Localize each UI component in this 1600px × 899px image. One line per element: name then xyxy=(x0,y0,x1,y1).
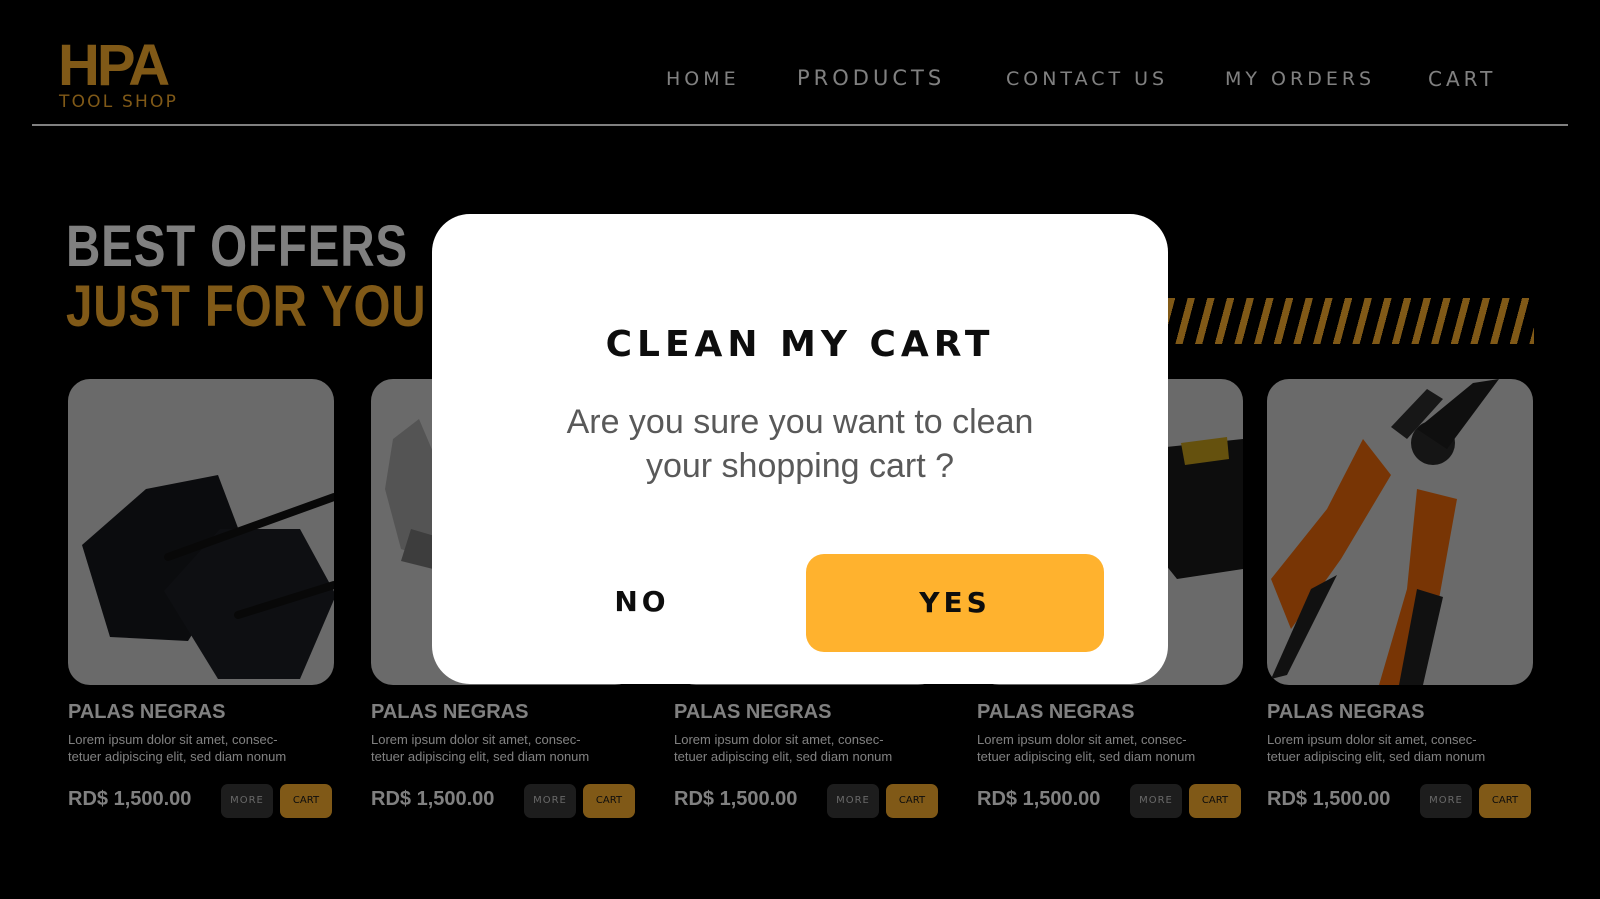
product-title: PALAS NEGRAS xyxy=(371,701,529,723)
product-price: RD$ 1,500.00 xyxy=(371,788,495,810)
product-description: Lorem ipsum dolor sit amet, consec- tetu… xyxy=(674,732,893,764)
product-title: PALAS NEGRAS xyxy=(977,701,1135,723)
shop-logo[interactable]: HPA TOOL SHOP xyxy=(58,33,198,113)
more-button[interactable]: MORE xyxy=(221,784,273,818)
more-button[interactable]: MORE xyxy=(827,784,879,818)
product-image-black-shovels[interactable] xyxy=(68,379,334,685)
product-title: PALAS NEGRAS xyxy=(68,701,226,723)
more-button[interactable]: MORE xyxy=(1420,784,1472,818)
nav-contact-us[interactable]: CONTACT US xyxy=(1006,68,1168,90)
yes-button[interactable]: YES xyxy=(806,554,1104,652)
header-divider xyxy=(32,124,1568,126)
product-price: RD$ 1,500.00 xyxy=(977,788,1101,810)
clean-cart-dialog: CLEAN MY CART Are you sure you want to c… xyxy=(432,214,1168,684)
no-button[interactable]: NO xyxy=(542,554,742,650)
product-title: PALAS NEGRAS xyxy=(674,701,832,723)
nav-my-orders[interactable]: MY ORDERS xyxy=(1225,68,1375,90)
logo-subtitle: TOOL SHOP xyxy=(59,92,179,112)
logo-mark: HPA xyxy=(58,33,170,98)
add-to-cart-button[interactable]: CART xyxy=(1189,784,1241,818)
nav-cart[interactable]: CART xyxy=(1428,67,1496,91)
product-price: RD$ 1,500.00 xyxy=(1267,788,1391,810)
add-to-cart-button[interactable]: CART xyxy=(886,784,938,818)
add-to-cart-button[interactable]: CART xyxy=(280,784,332,818)
more-button[interactable]: MORE xyxy=(1130,784,1182,818)
page: HPA TOOL SHOP HOME PRODUCTS CONTACT US M… xyxy=(0,0,1600,899)
nav-home[interactable]: HOME xyxy=(666,68,740,90)
nav-products[interactable]: PRODUCTS xyxy=(797,66,945,90)
product-price: RD$ 1,500.00 xyxy=(68,788,192,810)
hero-heading-line1: BEST OFFERS xyxy=(66,214,408,279)
product-description: Lorem ipsum dolor sit amet, consec- tetu… xyxy=(977,732,1196,764)
add-to-cart-button[interactable]: CART xyxy=(583,784,635,818)
product-description: Lorem ipsum dolor sit amet, consec- tetu… xyxy=(371,732,590,764)
more-button[interactable]: MORE xyxy=(524,784,576,818)
product-description: Lorem ipsum dolor sit amet, consec- tetu… xyxy=(68,732,287,764)
product-price: RD$ 1,500.00 xyxy=(674,788,798,810)
product-card: PALAS NEGRAS Lorem ipsum dolor sit amet,… xyxy=(68,379,336,818)
product-title: PALAS NEGRAS xyxy=(1267,701,1425,723)
product-description: Lorem ipsum dolor sit amet, consec- tetu… xyxy=(1267,732,1486,764)
dialog-message: Are you sure you want to clean your shop… xyxy=(566,403,1034,485)
dialog-title: CLEAN MY CART xyxy=(605,324,995,365)
product-image-orange-pliers[interactable] xyxy=(1267,379,1533,685)
add-to-cart-button[interactable]: CART xyxy=(1479,784,1531,818)
hero-heading-line2: JUST FOR YOU xyxy=(66,274,427,339)
decorative-stripes xyxy=(1168,298,1534,344)
product-card: PALAS NEGRAS Lorem ipsum dolor sit amet,… xyxy=(1267,379,1535,818)
